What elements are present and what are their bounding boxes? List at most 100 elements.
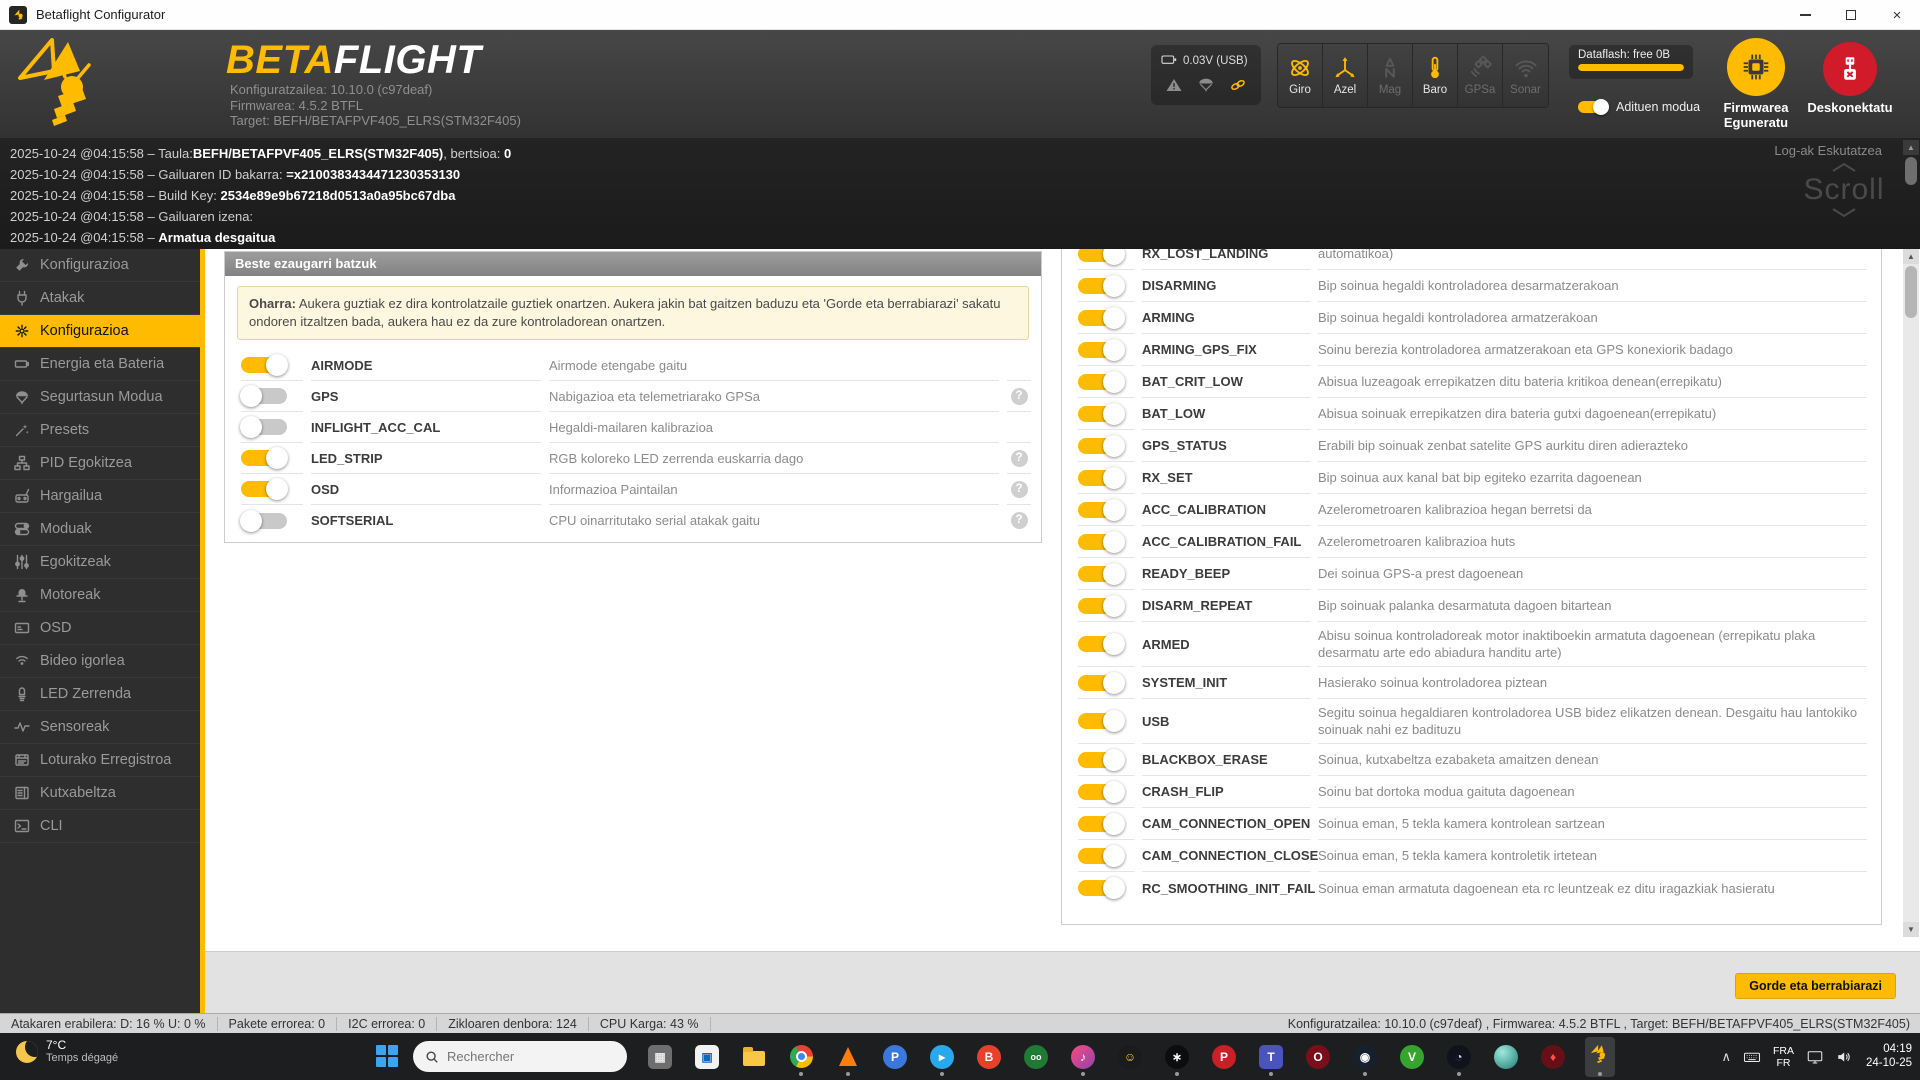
save-and-reboot-button[interactable]: Gorde eta berrabiarazi (1735, 973, 1896, 999)
log-scrollbar-thumb[interactable] (1905, 157, 1917, 185)
sidebar-item-egokitzeak[interactable]: Egokitzeak (0, 546, 200, 579)
osd-toggle[interactable] (241, 478, 288, 500)
telegram-icon[interactable]: ▸ (927, 1037, 957, 1077)
cam-connection-close-toggle[interactable] (1078, 844, 1125, 867)
steam-app-icon[interactable]: ◉ (1350, 1037, 1380, 1077)
clock-app-icon[interactable]: ◔ (1444, 1037, 1474, 1077)
darkred-app-icon[interactable]: ♦ (1538, 1037, 1568, 1077)
sidebar-item-led-zerrenda[interactable]: LED Zerrenda (0, 678, 200, 711)
search-input[interactable] (447, 1049, 597, 1064)
rx-lost-landing-toggle[interactable] (1078, 249, 1125, 265)
arming-gps-fix-toggle[interactable] (1078, 338, 1125, 361)
touch-keyboard-icon[interactable] (1806, 1048, 1824, 1066)
chrome-icon[interactable] (786, 1037, 816, 1077)
minimize-button[interactable] (1782, 0, 1828, 30)
sidebar-item-konfigurazioa[interactable]: Konfigurazioa (0, 315, 200, 348)
inflight-acc-cal-toggle[interactable] (240, 416, 287, 438)
rx-set-toggle[interactable] (1078, 466, 1125, 489)
taskbar-clock[interactable]: 04:19 24-10-25 (1866, 1043, 1912, 1070)
sidebar-item-cli[interactable]: CLI (0, 810, 200, 843)
keyboard-icon[interactable] (1743, 1048, 1761, 1066)
log-scrollbar[interactable]: ▲ (1903, 140, 1919, 246)
green-app-icon[interactable]: oo (1021, 1037, 1051, 1077)
sidebar-item-bideo-igorlea[interactable]: Bideo igorlea (0, 645, 200, 678)
sidebar-item-atakak[interactable]: Atakak (0, 282, 200, 315)
sidebar-item-energia-eta-bateria[interactable]: Energia eta Bateria (0, 348, 200, 381)
acc-calibration-toggle[interactable] (1078, 498, 1125, 521)
mag-icon (1377, 55, 1403, 81)
scroll-down-arrow-icon[interactable]: ▼ (1903, 922, 1919, 937)
sidebar-item-osd[interactable]: OSD (0, 612, 200, 645)
sidebar-item-segurtasun-modua[interactable]: Segurtasun Modua (0, 381, 200, 414)
log-scroll-indicator[interactable]: Scroll (1796, 162, 1892, 218)
maximize-button[interactable] (1828, 0, 1874, 30)
usb-toggle[interactable] (1078, 710, 1125, 732)
start-button[interactable] (376, 1045, 398, 1067)
scroll-up-arrow-icon[interactable]: ▲ (1903, 249, 1919, 264)
scroll-up-arrow-icon[interactable]: ▲ (1903, 140, 1919, 155)
widgets-app-icon[interactable]: ▦ (645, 1037, 675, 1077)
help-icon[interactable]: ? (1010, 480, 1028, 498)
expert-mode-toggle[interactable] (1578, 99, 1609, 115)
music-app-icon[interactable]: ♪ (1068, 1037, 1098, 1077)
arming-toggle[interactable] (1078, 306, 1125, 329)
sidebar-item-motoreak[interactable]: Motoreak (0, 579, 200, 612)
bat-low-toggle[interactable] (1078, 402, 1125, 425)
led-strip-toggle[interactable] (241, 447, 288, 469)
sidebar-item-loturako-erregistroa[interactable]: Loturako Erregistroa (0, 744, 200, 777)
cam-connection-open-toggle[interactable] (1078, 812, 1125, 835)
hide-logs-link[interactable]: Log-ak Eskutatzea (1774, 143, 1882, 158)
sidebar-item-sensoreak[interactable]: Sensoreak (0, 711, 200, 744)
help-icon[interactable]: ? (1010, 449, 1028, 467)
chevron-down-icon (1832, 208, 1856, 218)
crash-flip-toggle[interactable] (1078, 780, 1125, 803)
airmode-toggle[interactable] (241, 354, 288, 376)
disarming-toggle[interactable] (1078, 274, 1125, 297)
acc-calibration-fail-toggle[interactable] (1078, 530, 1125, 553)
armed-toggle[interactable] (1078, 633, 1125, 655)
sensor-accel: Azel (1323, 44, 1368, 107)
pinterest-app-icon[interactable]: P (1209, 1037, 1239, 1077)
bat-crit-low-toggle[interactable] (1078, 370, 1125, 393)
chatgpt-app-icon[interactable]: ∗ (1162, 1037, 1192, 1077)
sphere-app-icon[interactable] (1491, 1037, 1521, 1077)
sidebar-item-label: Segurtasun Modua (40, 389, 163, 405)
vlc-icon[interactable] (833, 1037, 863, 1077)
softserial-toggle[interactable] (240, 509, 287, 532)
sidebar-item-label: LED Zerrenda (40, 686, 132, 702)
sidebar-item-pid-egokitzea[interactable]: PID Egokitzea (0, 447, 200, 480)
content-scrollbar[interactable]: ▲ ▼ (1903, 249, 1919, 937)
sidebar-item-hargailua[interactable]: Hargailua (0, 480, 200, 513)
taskbar-weather[interactable]: 7°C Temps dégagé (16, 1038, 118, 1065)
blackbox-erase-toggle[interactable] (1078, 748, 1125, 771)
close-button[interactable]: × (1874, 0, 1920, 30)
sidebar-item-presets[interactable]: Presets (0, 414, 200, 447)
system-init-toggle[interactable] (1078, 671, 1125, 694)
microsoft-store-icon[interactable]: ▣ (692, 1037, 722, 1077)
emoji-app-icon[interactable]: ☺ (1115, 1037, 1145, 1077)
file-explorer-icon[interactable] (739, 1037, 769, 1077)
gps-toggle[interactable] (240, 385, 287, 407)
sidebar-item-kutxabeltza[interactable]: Kutxabeltza (0, 777, 200, 810)
sidebar-item-konfigurazioa[interactable]: Konfigurazioa (0, 249, 200, 282)
betaflight-app-icon[interactable] (1585, 1036, 1615, 1077)
disconnect-button[interactable]: Deskonektatu (1790, 42, 1910, 115)
ready-beep-toggle[interactable] (1078, 562, 1125, 585)
help-icon[interactable]: ? (1010, 387, 1028, 405)
paint-app-icon[interactable]: P (880, 1037, 910, 1077)
green-v-app-icon[interactable]: V (1397, 1037, 1427, 1077)
teams-app-icon[interactable]: T (1256, 1037, 1286, 1077)
hidden-icons-caret[interactable]: ∧ (1721, 1049, 1731, 1065)
taskbar-search[interactable] (413, 1041, 627, 1072)
opera-app-icon[interactable]: O (1303, 1037, 1333, 1077)
beeper-name: SYSTEM_INIT (1142, 667, 1310, 699)
language-indicator[interactable]: FRA FR (1773, 1045, 1794, 1069)
sidebar-item-moduak[interactable]: Moduak (0, 513, 200, 546)
content-scrollbar-thumb[interactable] (1905, 266, 1917, 318)
brave-icon[interactable]: B (974, 1037, 1004, 1077)
rc-smoothing-init-fail-toggle[interactable] (1078, 877, 1125, 899)
speaker-icon[interactable] (1836, 1048, 1854, 1066)
disarm-repeat-toggle[interactable] (1078, 594, 1125, 617)
help-icon[interactable]: ? (1010, 512, 1028, 529)
gps-status-toggle[interactable] (1078, 434, 1125, 457)
